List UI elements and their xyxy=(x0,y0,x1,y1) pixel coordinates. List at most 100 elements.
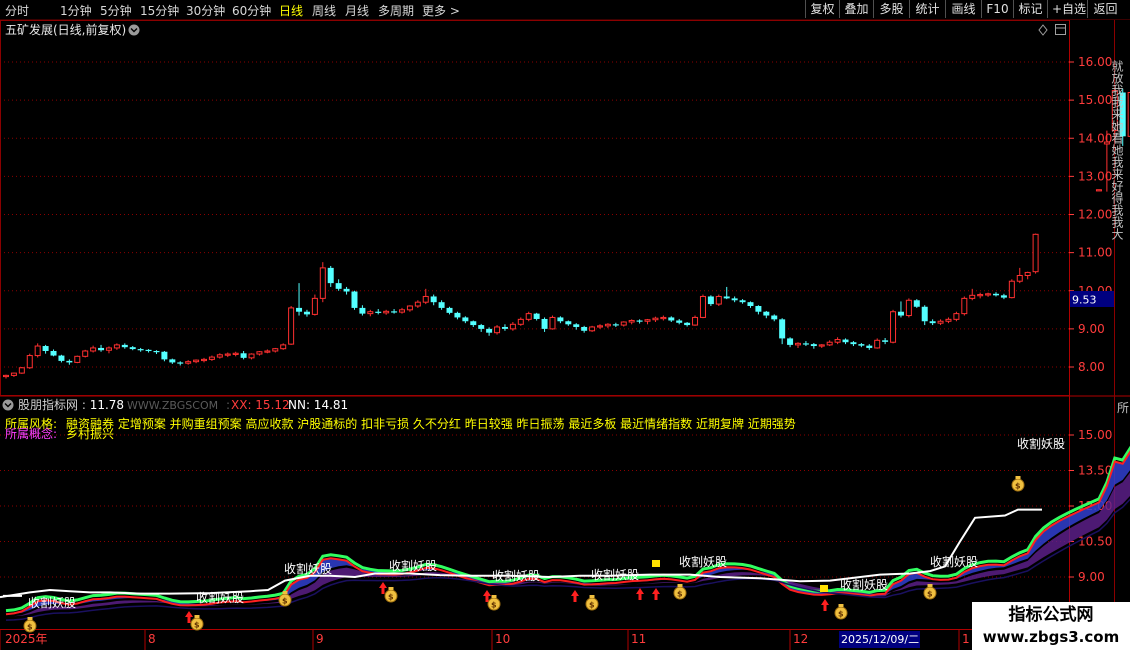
period-tab-15min[interactable]: 15分钟 xyxy=(140,2,179,19)
candle[interactable] xyxy=(1024,271,1031,280)
candle[interactable] xyxy=(446,306,453,315)
candle[interactable] xyxy=(1016,267,1023,284)
candle[interactable] xyxy=(589,325,596,332)
candle[interactable] xyxy=(201,357,207,363)
candle[interactable] xyxy=(628,319,635,325)
candle[interactable] xyxy=(795,342,801,348)
candle[interactable] xyxy=(82,349,89,358)
candle[interactable] xyxy=(668,316,675,323)
candle[interactable] xyxy=(1095,189,1102,192)
candle[interactable] xyxy=(890,309,897,344)
candle[interactable] xyxy=(10,372,17,377)
indicator-settings-icon[interactable] xyxy=(2,399,14,411)
title-dropdown-icon[interactable] xyxy=(128,24,140,36)
period-tab-1min[interactable]: 1分钟 xyxy=(60,2,92,19)
candle[interactable] xyxy=(153,350,160,355)
candle[interactable] xyxy=(248,353,255,360)
candle[interactable] xyxy=(818,344,825,348)
candle[interactable] xyxy=(399,307,405,314)
candle[interactable] xyxy=(272,347,279,353)
candle[interactable] xyxy=(858,342,865,348)
draw-line-button[interactable]: 画线 xyxy=(945,0,981,18)
period-tab-5min[interactable]: 5分钟 xyxy=(100,2,132,19)
candle[interactable] xyxy=(707,295,714,306)
candle[interactable] xyxy=(470,320,477,327)
candle[interactable] xyxy=(264,349,271,354)
candle[interactable] xyxy=(810,342,817,349)
period-tab-monthly[interactable]: 月线 xyxy=(345,2,369,19)
candle[interactable] xyxy=(913,299,920,308)
candle[interactable] xyxy=(581,325,588,333)
candle[interactable] xyxy=(723,286,730,300)
candle[interactable] xyxy=(866,344,873,350)
candle[interactable] xyxy=(850,341,857,347)
candle[interactable] xyxy=(232,351,239,357)
candle[interactable] xyxy=(208,355,215,361)
candle[interactable] xyxy=(375,309,382,315)
candle[interactable] xyxy=(715,294,722,306)
candle[interactable] xyxy=(288,306,295,345)
candle[interactable] xyxy=(755,305,762,315)
candle[interactable] xyxy=(121,343,128,349)
overlay-button[interactable]: 叠加 xyxy=(839,0,873,18)
candle[interactable] xyxy=(161,350,168,362)
candle[interactable] xyxy=(905,298,912,318)
candle[interactable] xyxy=(391,309,398,314)
candle[interactable] xyxy=(525,311,532,322)
period-tab-daily[interactable]: 日线 xyxy=(279,2,303,19)
candle[interactable] xyxy=(414,300,421,308)
candle[interactable] xyxy=(660,315,667,321)
candle[interactable] xyxy=(612,322,619,327)
candle[interactable] xyxy=(985,292,992,297)
candle[interactable] xyxy=(953,311,960,322)
candle[interactable] xyxy=(557,316,564,324)
candle[interactable] xyxy=(779,318,786,345)
candle[interactable] xyxy=(486,327,493,336)
candle[interactable] xyxy=(3,374,9,379)
period-tab-more[interactable]: 更多 > xyxy=(422,2,460,19)
candle[interactable] xyxy=(961,296,968,316)
candle[interactable] xyxy=(256,350,263,356)
candle[interactable] xyxy=(494,325,501,335)
candle[interactable] xyxy=(343,286,350,295)
period-tab-fenshi[interactable]: 分时 xyxy=(5,2,29,19)
candle[interactable] xyxy=(367,309,374,317)
candle[interactable] xyxy=(509,322,516,331)
candle[interactable] xyxy=(50,349,57,357)
candle[interactable] xyxy=(993,292,999,297)
candle[interactable] xyxy=(216,353,223,359)
candle[interactable] xyxy=(747,301,754,308)
candle[interactable] xyxy=(454,311,461,320)
candle[interactable] xyxy=(42,344,49,354)
candle[interactable] xyxy=(240,350,247,360)
candle[interactable] xyxy=(311,294,318,316)
candle[interactable] xyxy=(604,323,611,329)
candle[interactable] xyxy=(1008,279,1015,299)
candle[interactable] xyxy=(501,324,508,331)
candle[interactable] xyxy=(280,343,287,350)
candle[interactable] xyxy=(731,296,738,303)
candle[interactable] xyxy=(533,312,540,321)
candle[interactable] xyxy=(351,290,358,310)
add-watchlist-button[interactable]: +自选 xyxy=(1047,0,1087,18)
candle[interactable] xyxy=(105,346,112,354)
period-tab-multi[interactable]: 多周期 xyxy=(378,2,414,19)
candle[interactable] xyxy=(937,319,944,326)
candle[interactable] xyxy=(169,358,176,364)
candle[interactable] xyxy=(438,300,445,310)
candle[interactable] xyxy=(676,318,683,325)
candle[interactable] xyxy=(969,288,976,301)
candle[interactable] xyxy=(137,347,144,352)
candle[interactable] xyxy=(430,294,437,306)
candle[interactable] xyxy=(573,323,580,330)
statistics-button[interactable]: 统计 xyxy=(909,0,945,18)
candlestick-series[interactable] xyxy=(3,39,1130,379)
candle[interactable] xyxy=(34,343,41,358)
candle[interactable] xyxy=(145,349,152,353)
candle[interactable] xyxy=(802,341,809,347)
candle[interactable] xyxy=(517,317,524,326)
candle[interactable] xyxy=(383,309,390,315)
candle[interactable] xyxy=(842,338,849,345)
candle[interactable] xyxy=(129,346,136,351)
candle[interactable] xyxy=(636,319,643,324)
